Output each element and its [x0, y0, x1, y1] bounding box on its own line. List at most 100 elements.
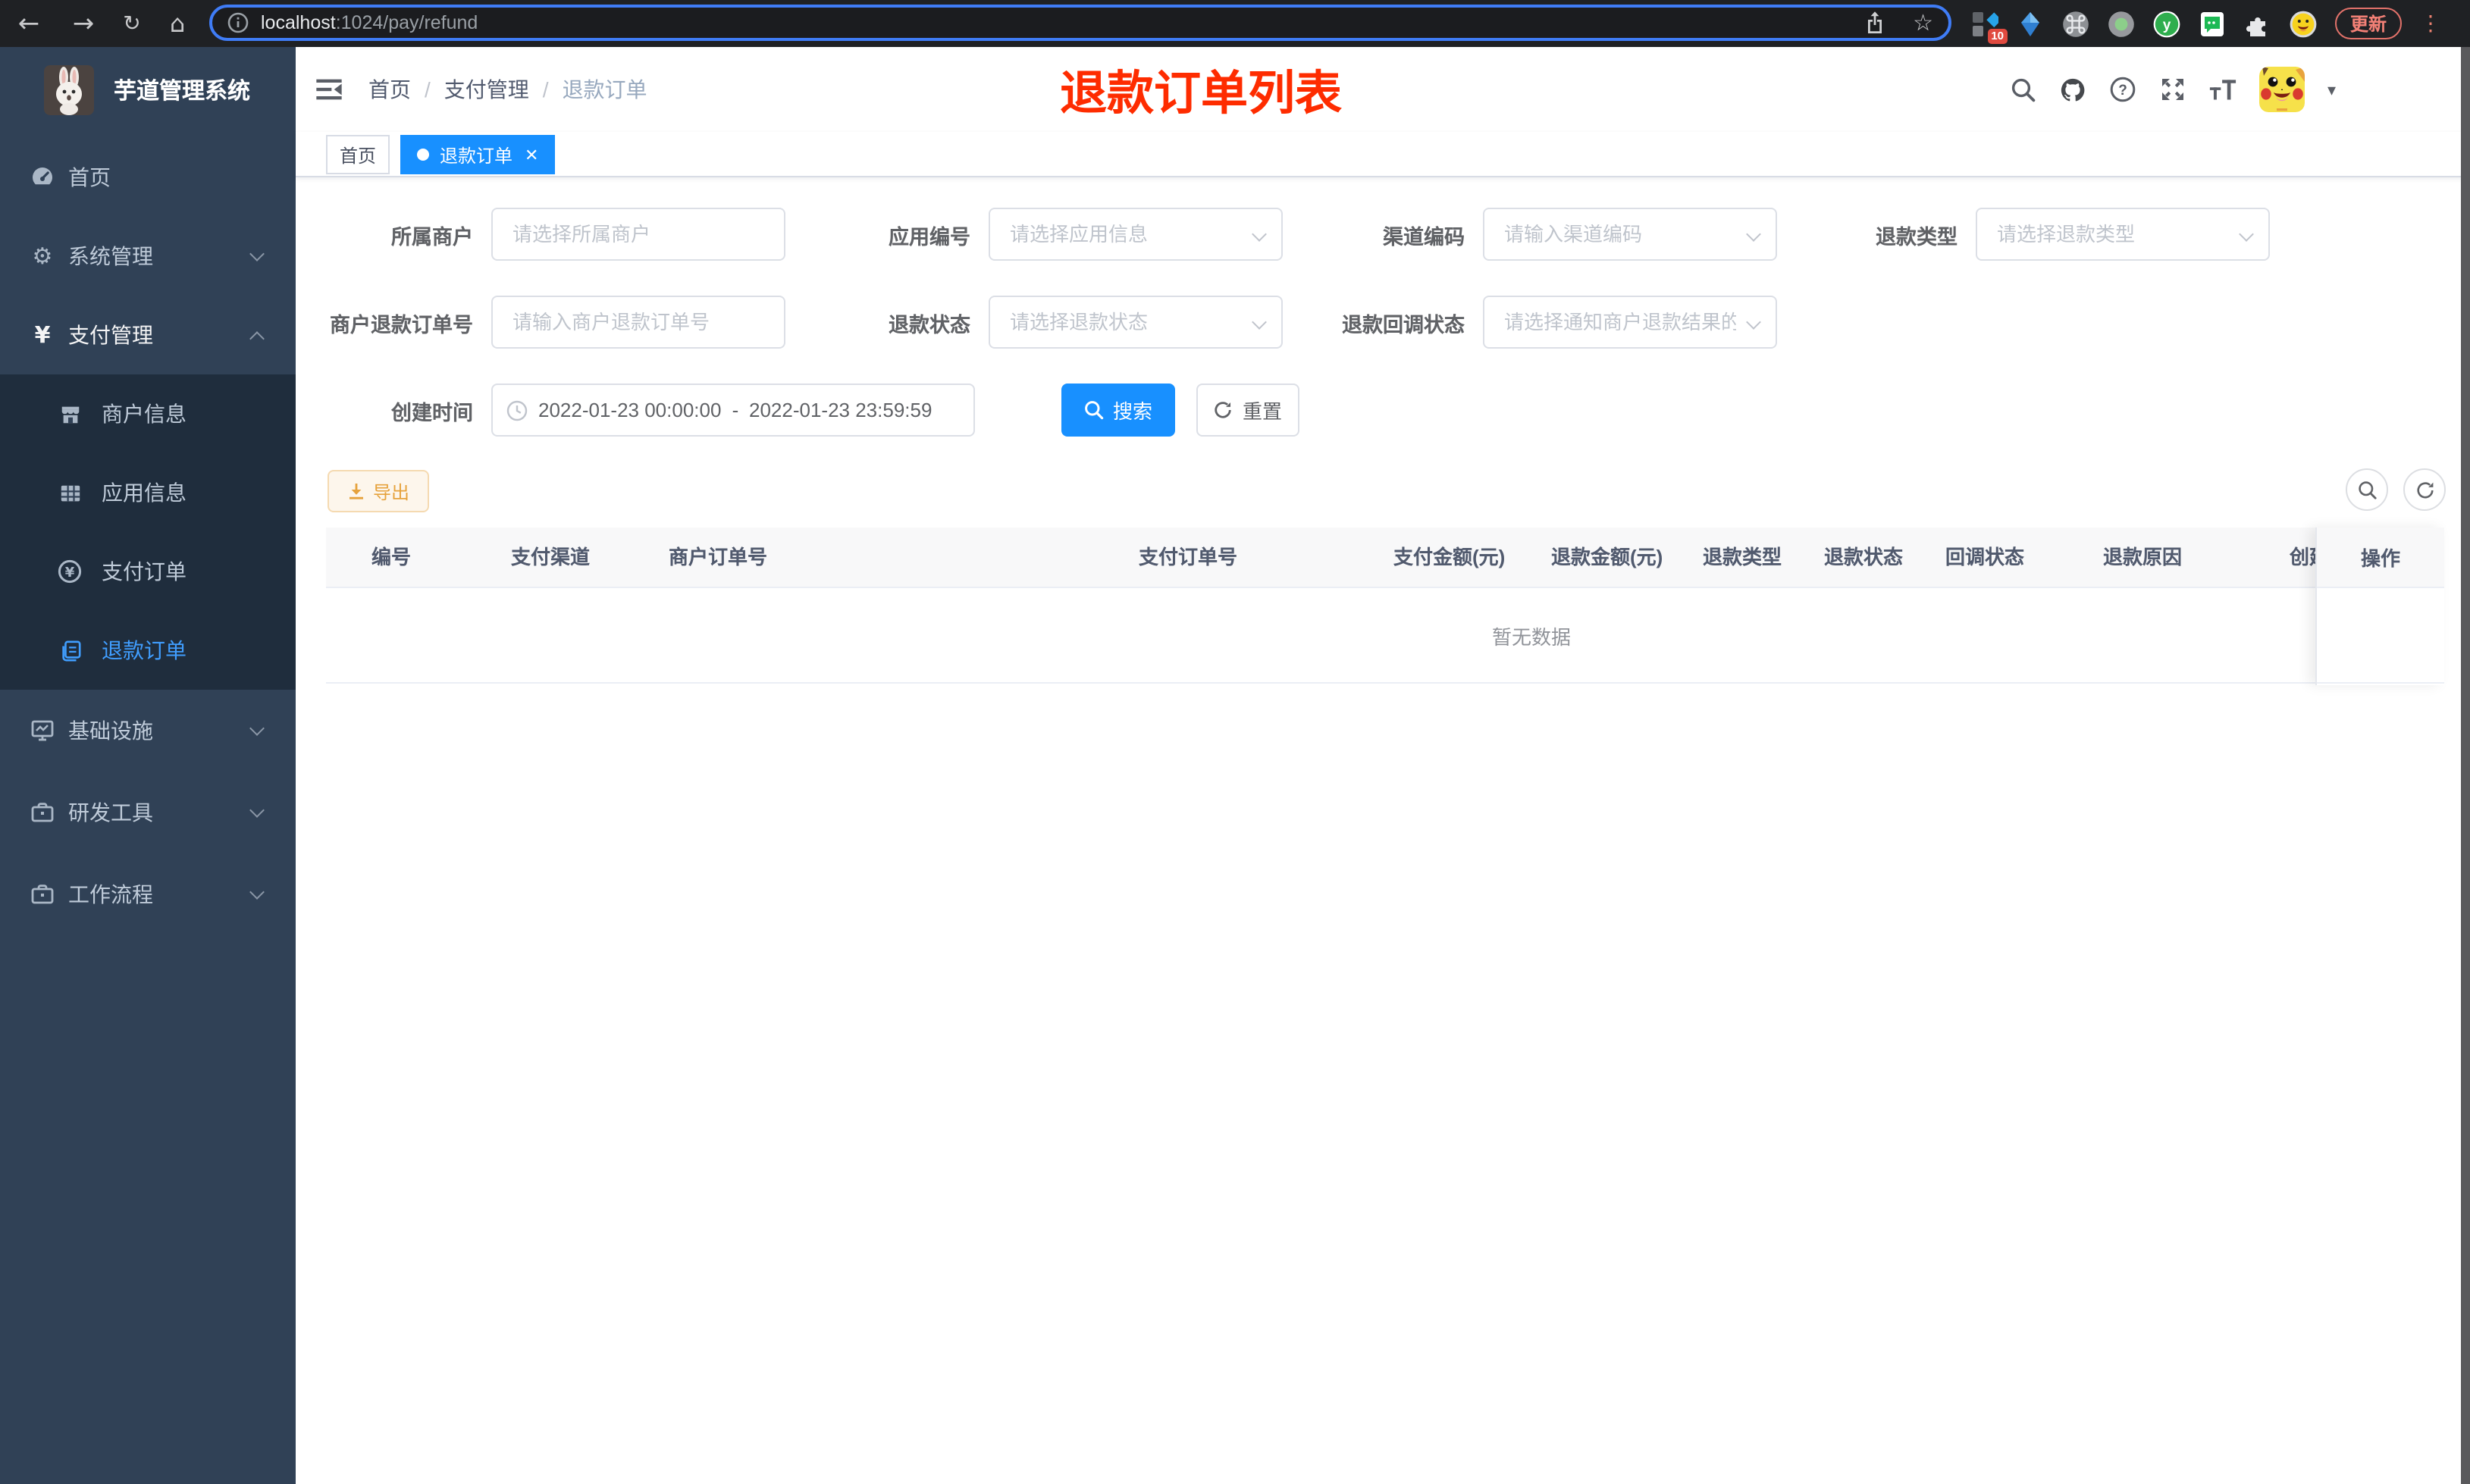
filter-label: 退款状态 — [889, 313, 970, 336]
close-icon[interactable]: ✕ — [525, 145, 538, 164]
toggle-search-button[interactable] — [2346, 468, 2388, 511]
date-range-picker[interactable]: 2022-01-23 00:00:00 - 2022-01-23 23:59:5… — [491, 384, 975, 437]
app-select[interactable] — [989, 208, 1283, 261]
site-info-icon[interactable] — [227, 12, 249, 33]
extension-kite-icon[interactable] — [2017, 10, 2044, 37]
sidebar-item-pay[interactable]: ¥ 支付管理 — [0, 296, 296, 374]
merchant-refund-no-input[interactable] — [491, 296, 785, 349]
sidebar-item-label: 基础设施 — [68, 719, 153, 743]
date-end[interactable]: 2022-01-23 23:59:59 — [749, 399, 933, 421]
sidebar-item-dev-tools[interactable]: 研发工具 — [0, 772, 296, 853]
sidebar-item-label: 研发工具 — [68, 800, 153, 825]
browser-menu-icon[interactable]: ⋮ — [2420, 13, 2441, 34]
filter-merchant-refund-no: 商户退款订单号 — [296, 296, 785, 349]
tab-refund-order[interactable]: 退款订单 ✕ — [400, 135, 556, 174]
breadcrumb-pay[interactable]: 支付管理 — [444, 74, 529, 105]
briefcase-icon — [30, 800, 55, 825]
filter-label: 创建时间 — [391, 401, 473, 424]
reset-label: 重置 — [1242, 400, 1282, 423]
export-button[interactable]: 导出 — [328, 470, 430, 512]
sidebar-toggle-icon[interactable] — [314, 74, 344, 105]
user-avatar[interactable] — [2259, 67, 2305, 112]
column-header: 退款金额(元) — [1551, 546, 1663, 568]
github-icon[interactable] — [2059, 76, 2086, 103]
address-bar[interactable]: localhost:1024/pay/refund ☆ — [209, 5, 1951, 41]
browser-forward-icon[interactable]: → — [64, 0, 103, 47]
sidebar-item-infra[interactable]: 基础设施 — [0, 690, 296, 772]
empty-text: 暂无数据 — [1491, 626, 1572, 649]
extension-emoji-icon[interactable] — [2290, 10, 2317, 37]
sidebar-item-merchant-info[interactable]: 商户信息 — [0, 374, 296, 453]
column-header: 退款原因 — [2103, 546, 2183, 568]
channel-select[interactable] — [1483, 208, 1777, 261]
extensions-puzzle-icon[interactable] — [2244, 10, 2271, 37]
tab-label: 首页 — [340, 145, 377, 166]
reset-button[interactable]: 重置 — [1196, 384, 1299, 437]
sidebar-item-label: 应用信息 — [102, 481, 187, 505]
column-header: 支付订单号 — [1139, 546, 1238, 568]
filter-app: 应用编号 — [793, 208, 1283, 261]
download-icon — [349, 484, 363, 499]
chevron-down-icon — [249, 246, 265, 261]
browser-back-icon[interactable]: ← — [9, 0, 49, 47]
main-area: 首页 / 支付管理 / 退款订单 ? ▾ 退款订单列表 首页 退款订单 ✕ 所属… — [296, 47, 2470, 1484]
sidebar-item-label: 系统管理 — [68, 244, 153, 268]
column-header: 退款状态 — [1824, 546, 1904, 568]
column-header: 回调状态 — [1945, 546, 2025, 568]
sidebar-menu: 首页 ⚙ 系统管理 ¥ 支付管理 商户信息 应用信息 ¥ 支付订单 退款订单 基… — [0, 138, 296, 935]
url-host: localhost — [261, 12, 336, 33]
tab-home[interactable]: 首页 — [326, 135, 390, 174]
browser-home-icon[interactable]: ⌂ — [158, 0, 197, 47]
breadcrumb-home[interactable]: 首页 — [368, 74, 411, 105]
browser-update-button[interactable]: 更新 — [2335, 8, 2403, 39]
fixed-column-body — [2317, 588, 2444, 684]
refund-docs-icon — [58, 638, 82, 662]
browser-chrome: ← → ↻ ⌂ localhost:1024/pay/refund ☆ 10 y… — [0, 0, 2470, 47]
dashboard-icon — [30, 165, 55, 189]
yen-icon: ¥ — [34, 321, 51, 349]
scrollbar[interactable] — [2461, 47, 2470, 1484]
sidebar-submenu: 商户信息 应用信息 ¥ 支付订单 退款订单 — [0, 374, 296, 690]
browser-reload-icon[interactable]: ↻ — [112, 0, 152, 47]
merchant-input[interactable] — [491, 208, 785, 261]
date-start[interactable]: 2022-01-23 00:00:00 — [538, 399, 722, 421]
app-title: 芋道管理系统 — [114, 78, 251, 104]
refund-status-select[interactable] — [989, 296, 1283, 349]
extension-tiles-icon[interactable]: 10 — [1971, 10, 2008, 43]
sidebar-item-workflow[interactable]: 工作流程 — [0, 853, 296, 935]
share-icon[interactable] — [1863, 11, 1885, 35]
refresh-icon — [1215, 402, 1232, 418]
bookmark-star-icon[interactable]: ☆ — [1913, 9, 1933, 36]
chevron-up-icon — [249, 330, 265, 346]
font-size-icon[interactable] — [2209, 76, 2236, 103]
caret-down-icon[interactable]: ▾ — [2327, 80, 2336, 99]
callback-status-select[interactable] — [1483, 296, 1777, 349]
refund-type-select[interactable] — [1976, 208, 2270, 261]
help-icon[interactable]: ? — [2109, 76, 2136, 103]
extensions-row: 10 y 更新 ⋮ — [1971, 0, 2441, 47]
refresh-table-button[interactable] — [2403, 468, 2446, 511]
sidebar-item-pay-order[interactable]: ¥ 支付订单 — [0, 532, 296, 611]
search-button[interactable]: 搜索 — [1061, 384, 1175, 437]
extension-command-icon[interactable] — [2062, 10, 2089, 37]
filter-label: 所属商户 — [391, 225, 473, 248]
tags-view: 首页 退款订单 ✕ — [296, 132, 2470, 177]
chevron-down-icon — [249, 884, 265, 899]
fixed-action-column: 操作 — [2315, 528, 2444, 685]
url-text[interactable]: localhost:1024/pay/refund — [261, 12, 1863, 33]
sidebar-logo[interactable]: 芋道管理系统 — [0, 47, 296, 132]
filter-label: 退款回调状态 — [1342, 313, 1465, 336]
filter-channel: 渠道编码 — [1287, 208, 1777, 261]
filter-merchant: 所属商户 — [296, 208, 785, 261]
column-header: 支付渠道 — [511, 546, 591, 568]
extension-record-icon[interactable] — [2108, 10, 2135, 37]
extension-chat-icon[interactable] — [2199, 10, 2226, 37]
top-navbar: 首页 / 支付管理 / 退款订单 ? ▾ — [296, 47, 2470, 132]
sidebar-item-refund-order[interactable]: 退款订单 — [0, 611, 296, 690]
search-icon[interactable] — [2009, 76, 2036, 103]
sidebar-item-system[interactable]: ⚙ 系统管理 — [0, 217, 296, 296]
extension-y-icon[interactable]: y — [2153, 10, 2180, 37]
sidebar-item-app-info[interactable]: 应用信息 — [0, 453, 296, 532]
fullscreen-icon[interactable] — [2159, 76, 2186, 103]
sidebar-item-home[interactable]: 首页 — [0, 138, 296, 217]
